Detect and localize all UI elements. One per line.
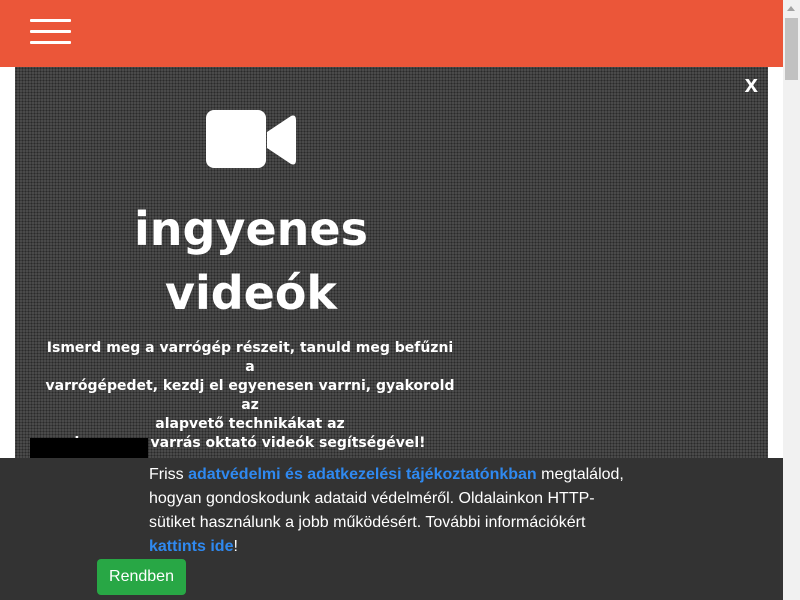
hero-description-line: varrógépedet, kezdj el egyenesen varrni,… bbox=[45, 378, 455, 413]
hamburger-line bbox=[30, 19, 71, 22]
close-button[interactable]: x bbox=[745, 71, 758, 99]
hamburger-menu-icon[interactable] bbox=[30, 18, 72, 46]
vertical-scrollbar[interactable] bbox=[783, 0, 800, 600]
cookie-text-suffix: ! bbox=[233, 538, 238, 555]
cookie-consent-text: Friss adatvédelmi és adatkezelési tájéko… bbox=[149, 463, 629, 559]
hero-title: ingyenes videók bbox=[75, 197, 427, 325]
hero-description-line: alapvető technikákat az bbox=[155, 416, 345, 432]
hero-title-line: videók bbox=[164, 266, 338, 320]
cookie-consent-bar: Friss adatvédelmi és adatkezelési tájéko… bbox=[0, 458, 783, 600]
scroll-up-arrow-icon[interactable] bbox=[783, 0, 800, 17]
scrollbar-thumb[interactable] bbox=[785, 18, 798, 80]
hero-description: Ismerd meg a varrógép részeit, tanuld me… bbox=[45, 339, 455, 453]
privacy-policy-link[interactable]: adatvédelmi és adatkezelési tájékoztatón… bbox=[188, 466, 537, 483]
more-info-link[interactable]: kattints ide bbox=[149, 538, 233, 555]
video-camera-icon bbox=[206, 110, 296, 168]
cookie-text-prefix: Friss bbox=[149, 466, 189, 483]
hero-title-line: ingyenes bbox=[134, 202, 368, 256]
accept-cookies-button[interactable]: Rendben bbox=[97, 559, 186, 595]
hamburger-line bbox=[30, 41, 71, 44]
hero-banner: x ingyenes videók Ismerd meg a varrógép … bbox=[15, 67, 768, 467]
hero-description-line: Ismerd meg a varrógép részeit, tanuld me… bbox=[46, 340, 454, 375]
hamburger-line bbox=[30, 30, 71, 33]
top-navigation-bar bbox=[0, 0, 783, 67]
